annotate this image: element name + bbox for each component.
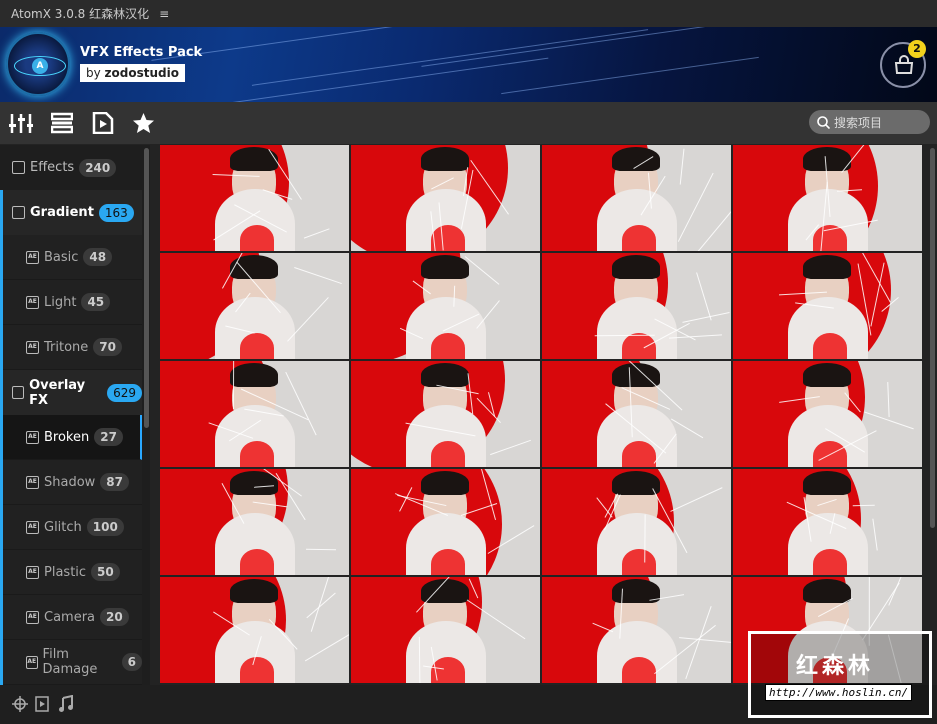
selected-group-indicator	[0, 190, 3, 685]
sidebar-item-label: Plastic	[44, 564, 87, 580]
watermark: 红森林 http://www.hoslin.cn/	[748, 631, 932, 718]
sidebar-item-light[interactable]: AE Light 45	[0, 280, 142, 325]
effect-thumbnail[interactable]	[542, 253, 731, 359]
sidebar-item-label: Light	[44, 294, 77, 310]
sidebar-item-basic[interactable]: AE Basic 48	[0, 235, 142, 280]
folder-icon	[12, 161, 25, 174]
count-badge: 240	[79, 158, 117, 177]
ae-file-icon: AE	[26, 250, 39, 264]
effect-thumbnail[interactable]	[351, 361, 540, 467]
effect-thumbnail[interactable]	[351, 577, 540, 683]
effect-thumbnail[interactable]	[351, 145, 540, 251]
sidebar-item-label: Broken	[44, 429, 90, 445]
list-view-icon[interactable]	[51, 112, 73, 134]
ae-file-icon: AE	[26, 655, 38, 669]
atomx-logo: A	[6, 32, 70, 96]
ae-file-icon: AE	[26, 295, 39, 309]
ae-file-icon: AE	[26, 610, 39, 624]
effect-thumbnail[interactable]	[733, 361, 922, 467]
search-icon	[817, 115, 830, 129]
search-placeholder: 搜索项目	[834, 115, 883, 130]
sidebar-item-effects[interactable]: Effects 240	[0, 145, 142, 190]
video-icon[interactable]	[35, 696, 49, 712]
sidebar-item-shadow[interactable]: AE Shadow 87	[0, 460, 142, 505]
ae-file-icon: AE	[26, 565, 39, 579]
category-sidebar: Effects 240 Gradient 163 AE Basic 48 AE Light 45 A…	[0, 145, 150, 685]
sidebar-item-label: Film Damage	[42, 647, 98, 677]
hamburger-icon[interactable]: ≡	[159, 7, 169, 21]
sidebar-item-label: Camera	[44, 609, 96, 625]
folder-icon	[12, 206, 25, 219]
sidebar-item-overlay-fx[interactable]: Overlay FX 629	[0, 370, 142, 415]
sidebar-item-label: Basic	[44, 249, 79, 265]
count-badge: 629	[107, 383, 142, 402]
sliders-icon[interactable]	[9, 112, 33, 134]
video-file-icon[interactable]	[92, 112, 114, 134]
effect-thumbnail[interactable]	[160, 361, 349, 467]
sidebar-item-plastic[interactable]: AE Plastic 50	[0, 550, 142, 595]
folder-icon	[12, 386, 25, 399]
sidebar-scrollbar[interactable]	[144, 148, 149, 428]
music-icon[interactable]	[58, 695, 74, 713]
count-badge: 87	[100, 473, 129, 491]
effect-thumbnail[interactable]	[542, 577, 731, 683]
sidebar-item-gradient[interactable]: Gradient 163	[0, 190, 142, 235]
pack-author: by zodostudio	[80, 64, 185, 82]
count-badge: 48	[83, 248, 113, 266]
sidebar-item-label: Tritone	[44, 339, 89, 355]
count-badge: 6	[121, 653, 142, 671]
effect-thumbnail[interactable]	[733, 253, 922, 359]
count-badge: 100	[86, 518, 124, 536]
count-badge: 50	[91, 563, 120, 581]
effect-thumbnail[interactable]	[160, 469, 349, 575]
ae-file-icon: AE	[26, 430, 39, 444]
effect-thumbnail[interactable]	[733, 145, 922, 251]
effect-thumbnail[interactable]	[542, 469, 731, 575]
count-badge: 20	[100, 608, 129, 626]
sidebar-item-label: Gradient	[30, 205, 94, 220]
count-badge: 27	[94, 428, 123, 446]
search-input[interactable]: 搜索项目	[809, 110, 930, 134]
pack-banner: A VFX Effects Pack by zodostudio	[0, 27, 937, 102]
count-badge: 70	[93, 338, 122, 356]
sidebar-item-camera[interactable]: AE Camera 20	[0, 595, 142, 640]
ae-file-icon: AE	[26, 520, 39, 534]
preview-grid	[160, 145, 923, 685]
sidebar-item-label: Glitch	[44, 519, 82, 535]
effect-thumbnail[interactable]	[160, 577, 349, 683]
ae-file-icon: AE	[26, 340, 39, 354]
title-bar: AtomX 3.0.8 红森林汉化 ≡	[0, 0, 937, 27]
effect-thumbnail[interactable]	[160, 253, 349, 359]
effect-thumbnail[interactable]	[733, 469, 922, 575]
sidebar-item-label: Overlay FX	[29, 377, 86, 408]
effect-thumbnail[interactable]	[351, 469, 540, 575]
shopping-bag-icon	[894, 55, 914, 74]
effect-thumbnail[interactable]	[351, 253, 540, 359]
grid-scrollbar[interactable]	[930, 148, 935, 528]
app-title: AtomX 3.0.8 红森林汉化	[11, 7, 150, 21]
favorites-star-icon[interactable]	[132, 112, 155, 134]
pack-title: VFX Effects Pack	[80, 45, 203, 60]
effect-thumbnail[interactable]	[160, 145, 349, 251]
sidebar-item-label: Shadow	[44, 474, 96, 490]
sidebar-item-broken[interactable]: AE Broken 27	[0, 415, 142, 460]
effect-thumbnail[interactable]	[542, 145, 731, 251]
sidebar-item-glitch[interactable]: AE Glitch 100	[0, 505, 142, 550]
sidebar-item-film-damage[interactable]: AE Film Damage 6	[0, 640, 142, 685]
count-badge: 45	[81, 293, 111, 311]
count-badge: 163	[98, 203, 134, 222]
ae-file-icon: AE	[26, 475, 39, 489]
sidebar-item-tritone[interactable]: AE Tritone 70	[0, 325, 142, 370]
target-icon[interactable]	[11, 695, 29, 713]
cart-count-badge: 2	[908, 40, 926, 58]
effect-thumbnail[interactable]	[542, 361, 731, 467]
sidebar-item-label: Effects	[30, 160, 75, 175]
